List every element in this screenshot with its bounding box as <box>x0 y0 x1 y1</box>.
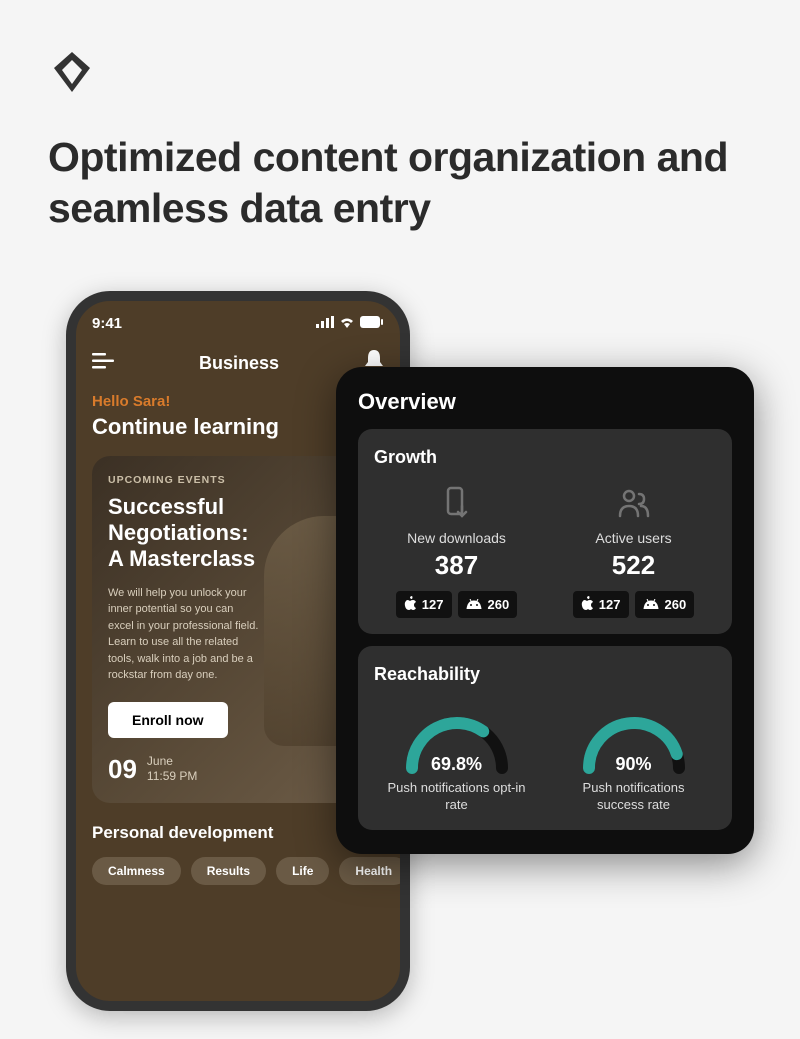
widget-title: Overview <box>358 389 732 415</box>
chip-row: Calmness Results Life Health Bus <box>92 857 384 885</box>
battery-icon <box>360 315 384 332</box>
active-label: Active users <box>595 530 671 546</box>
reachability-title: Reachability <box>374 664 716 685</box>
enroll-button[interactable]: Enroll now <box>108 702 228 738</box>
android-icon <box>466 597 482 612</box>
event-date: 09 June 11:59 PM <box>108 754 368 785</box>
card-description: We will help you unlock your inner poten… <box>108 585 259 684</box>
growth-title: Growth <box>374 447 716 468</box>
overview-widget: Overview Growth New downloads 387 127 <box>336 367 754 854</box>
app-title: Business <box>199 353 279 374</box>
event-month: June <box>147 754 197 770</box>
signal-icon <box>316 315 334 332</box>
users-icon <box>617 486 651 520</box>
optin-label: Push notifications opt-in rate <box>382 779 532 814</box>
chip-results[interactable]: Results <box>191 857 266 885</box>
active-ios-pill: 127 <box>573 591 629 618</box>
downloads-android-pill: 260 <box>458 591 518 618</box>
card-label: UPCOMING EVENTS <box>108 474 368 486</box>
android-icon <box>643 597 659 612</box>
success-pct: 90% <box>574 754 694 775</box>
wifi-icon <box>339 315 355 332</box>
apple-icon <box>581 596 593 613</box>
growth-panel: Growth New downloads 387 127 <box>358 429 732 634</box>
page-headline: Optimized content organization and seaml… <box>48 132 752 235</box>
success-gauge: 90% Push notifications success rate <box>551 703 716 814</box>
active-value: 522 <box>612 550 655 581</box>
success-label: Push notifications success rate <box>559 779 709 814</box>
optin-pct: 69.8% <box>397 754 517 775</box>
event-time: 11:59 PM <box>147 769 197 785</box>
reachability-panel: Reachability 69.8% Push notifications op… <box>358 646 732 830</box>
brand-logo <box>48 48 96 96</box>
status-time: 9:41 <box>92 315 122 332</box>
active-users-metric: Active users 522 127 260 <box>551 486 716 618</box>
chip-life[interactable]: Life <box>276 857 329 885</box>
optin-gauge: 69.8% Push notifications opt-in rate <box>374 703 539 814</box>
apple-icon <box>404 596 416 613</box>
downloads-value: 387 <box>435 550 478 581</box>
event-day: 09 <box>108 754 137 785</box>
downloads-label: New downloads <box>407 530 506 546</box>
active-android-pill: 260 <box>635 591 695 618</box>
download-icon <box>440 486 474 520</box>
downloads-metric: New downloads 387 127 260 <box>374 486 539 618</box>
card-title: Successful Negotiations: A Masterclass <box>108 494 264 573</box>
status-bar: 9:41 <box>92 315 384 332</box>
menu-icon[interactable] <box>92 353 114 374</box>
downloads-ios-pill: 127 <box>396 591 452 618</box>
section-title: Personal development <box>92 823 273 843</box>
chip-health[interactable]: Health <box>339 857 408 885</box>
chip-calmness[interactable]: Calmness <box>92 857 181 885</box>
